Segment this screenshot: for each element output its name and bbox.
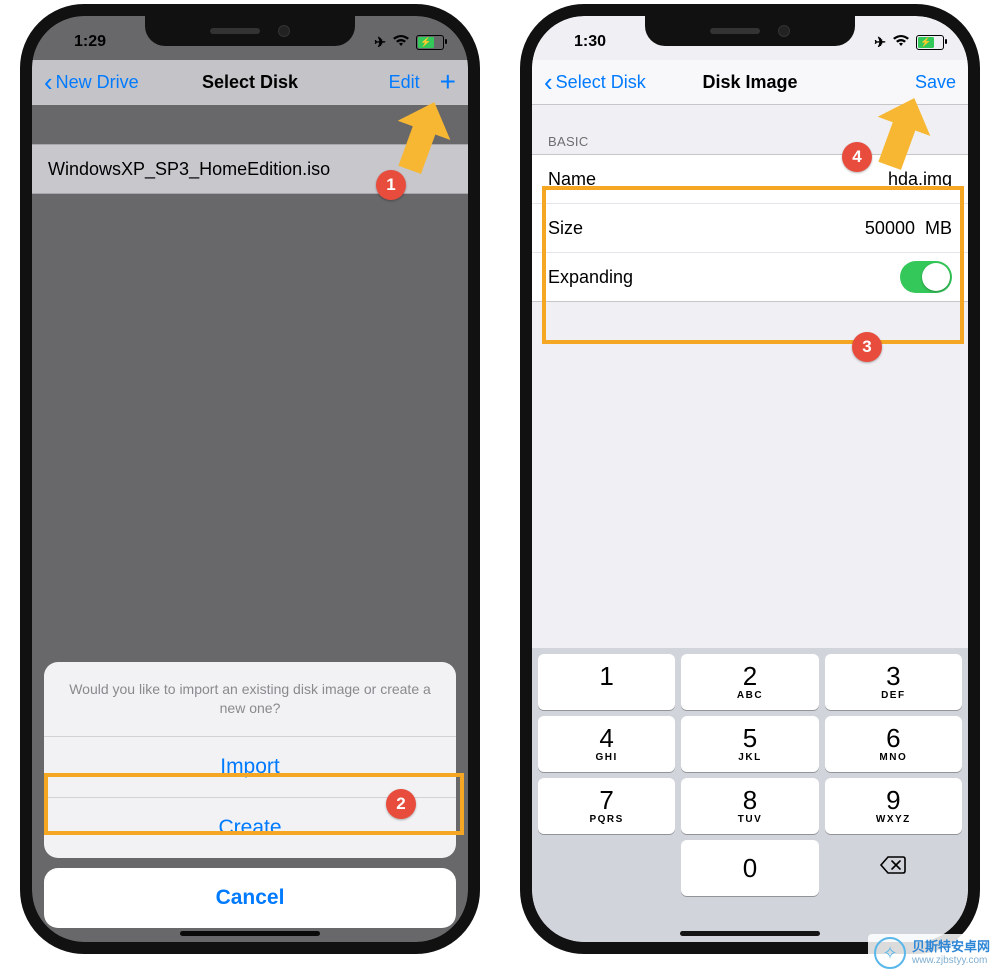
home-indicator[interactable]: [680, 931, 820, 936]
sheet-import-button[interactable]: Import: [44, 737, 456, 798]
airplane-icon: ✈: [874, 34, 886, 51]
key-9[interactable]: 9WXYZ: [825, 778, 962, 834]
chevron-left-icon: ‹: [544, 69, 553, 95]
sheet-message: Would you like to import an existing dis…: [44, 662, 456, 737]
watermark-logo-icon: ✧: [874, 937, 906, 969]
airplane-icon: ✈: [374, 34, 386, 51]
notch: [145, 16, 355, 46]
battery-icon: ⚡: [416, 35, 444, 50]
watermark-line2: www.zjbstyy.com: [912, 955, 990, 966]
key-3[interactable]: 3DEF: [825, 654, 962, 710]
key-2[interactable]: 2ABC: [681, 654, 818, 710]
screen-right: 1:30 ✈ ⚡ ‹ Select Disk Disk Image Save: [532, 16, 968, 942]
row-name-value: hda.img: [888, 169, 952, 190]
row-name[interactable]: Name hda.img: [532, 155, 968, 204]
key-5[interactable]: 5JKL: [681, 716, 818, 772]
row-name-label: Name: [548, 169, 596, 190]
add-button[interactable]: +: [440, 68, 456, 96]
back-button[interactable]: ‹ Select Disk: [544, 69, 646, 95]
wifi-icon: [892, 34, 910, 51]
back-button[interactable]: ‹ New Drive: [44, 69, 139, 95]
back-label: Select Disk: [556, 72, 646, 93]
nav-bar: ‹ Select Disk Disk Image Save: [532, 60, 968, 105]
annotation-badge-4: 4: [842, 142, 872, 172]
annotation-badge-3: 3: [852, 332, 882, 362]
annotation-badge-1: 1: [376, 170, 406, 200]
nav-bar: ‹ New Drive Select Disk Edit +: [32, 60, 468, 105]
watermark-line1: 贝斯特安卓网: [912, 940, 990, 954]
row-size-label: Size: [548, 218, 583, 239]
expanding-switch[interactable]: [900, 261, 952, 293]
notch: [645, 16, 855, 46]
key-8[interactable]: 8TUV: [681, 778, 818, 834]
key-7[interactable]: 7PQRS: [538, 778, 675, 834]
row-size[interactable]: Size 50000 MB: [532, 204, 968, 253]
chevron-left-icon: ‹: [44, 69, 53, 95]
row-size-unit: MB: [925, 218, 952, 238]
status-time: 1:30: [560, 33, 620, 51]
key-1[interactable]: 1: [538, 654, 675, 710]
row-expanding: Expanding: [532, 253, 968, 301]
phone-right: 1:30 ✈ ⚡ ‹ Select Disk Disk Image Save: [520, 4, 980, 954]
form-basic: Name hda.img Size 50000 MB Expanding: [532, 154, 968, 302]
key-4[interactable]: 4GHI: [538, 716, 675, 772]
section-header-basic: BASIC: [548, 134, 589, 149]
save-button[interactable]: Save: [915, 72, 956, 93]
edit-button[interactable]: Edit: [389, 72, 420, 93]
numeric-keypad: 1 2ABC 3DEF 4GHI 5JKL 6MNO 7PQRS 8TUV 9W…: [532, 648, 968, 942]
watermark: ✧ 贝斯特安卓网 www.zjbstyy.com: [868, 934, 996, 972]
annotation-badge-2: 2: [386, 789, 416, 819]
backspace-icon: [879, 854, 907, 882]
row-size-value: 50000: [865, 218, 915, 238]
disk-filename: WindowsXP_SP3_HomeEdition.iso: [48, 159, 330, 180]
row-expanding-label: Expanding: [548, 267, 633, 288]
key-6[interactable]: 6MNO: [825, 716, 962, 772]
key-backspace[interactable]: [825, 840, 962, 896]
battery-icon: ⚡: [916, 35, 944, 50]
wifi-icon: [392, 34, 410, 51]
key-blank: [538, 840, 675, 896]
home-indicator[interactable]: [180, 931, 320, 936]
key-0[interactable]: 0: [681, 840, 818, 896]
sheet-cancel-button[interactable]: Cancel: [44, 868, 456, 928]
back-label: New Drive: [56, 72, 139, 93]
status-time: 1:29: [60, 33, 120, 51]
